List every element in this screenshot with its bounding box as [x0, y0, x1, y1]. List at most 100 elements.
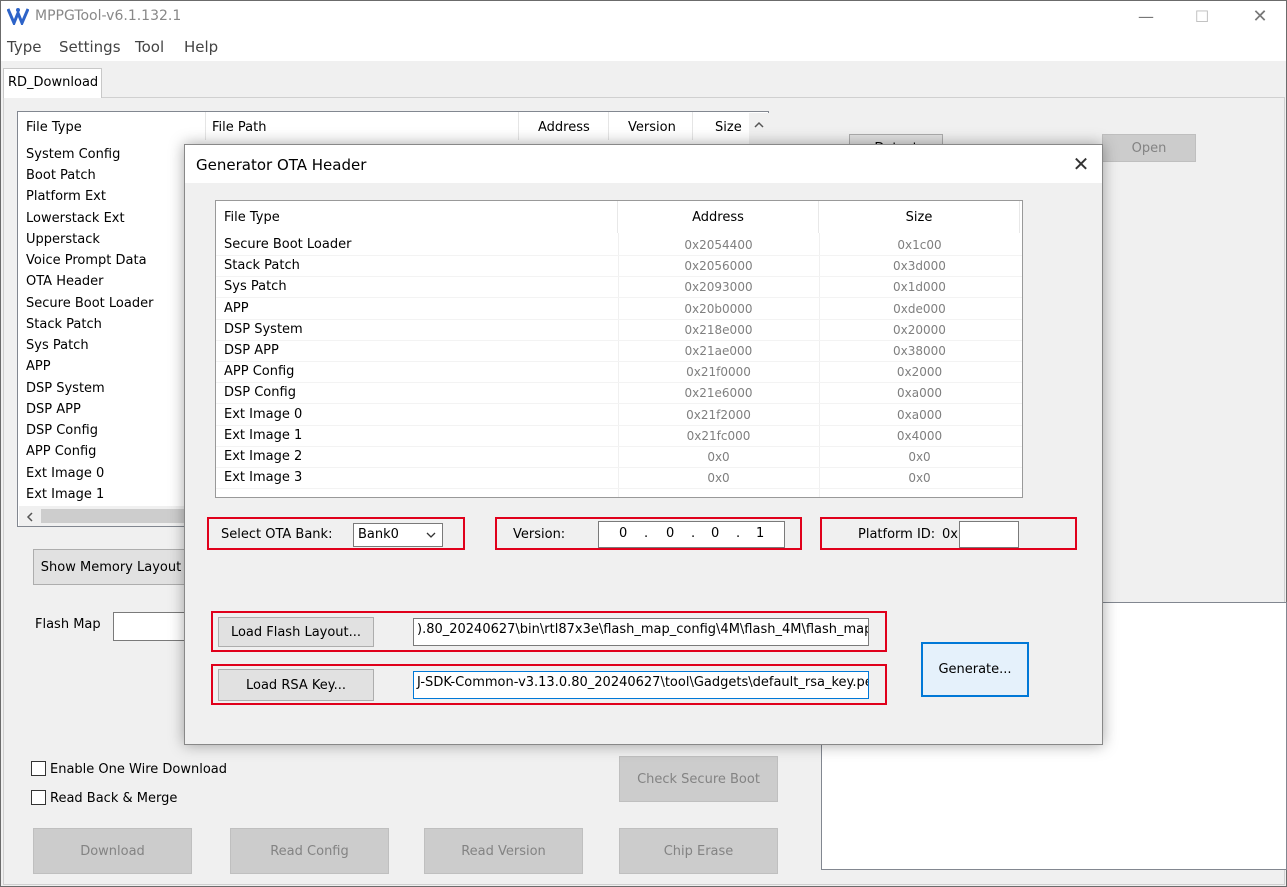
list-item[interactable]: DSP System [26, 381, 105, 396]
scroll-left-icon[interactable] [26, 512, 33, 522]
flash-map-field[interactable] [113, 612, 193, 641]
menu-tool[interactable]: Tool [135, 38, 164, 56]
dialog-title-bar: Generator OTA Header ✕ [185, 145, 1102, 183]
ota-bank-select[interactable]: Bank0 [353, 523, 443, 547]
header-divider [518, 112, 519, 140]
table-row-size: 0x0 [908, 450, 931, 464]
open-button[interactable]: Open [1102, 134, 1196, 162]
table-row-size: 0x4000 [896, 428, 943, 443]
version-revision[interactable]: 0 [711, 526, 719, 541]
column-version[interactable]: Version [628, 112, 676, 140]
list-item[interactable]: Ext Image 1 [26, 487, 104, 502]
table-row-file-type[interactable]: Stack Patch [224, 258, 300, 273]
table-row-address: 0x218e000 [684, 322, 753, 337]
table-row-file-type[interactable]: DSP Config [224, 385, 296, 400]
row-divider [216, 255, 1022, 256]
table-row-file-type[interactable]: DSP APP [224, 343, 279, 358]
list-item[interactable]: DSP Config [26, 423, 98, 438]
column-address[interactable]: Address [618, 201, 819, 233]
dialog-close-button[interactable]: ✕ [1068, 151, 1094, 177]
table-row-size: 0xa000 [897, 407, 942, 422]
table-row-size: 0x20000 [893, 322, 946, 337]
table-row-size: 0x3d000 [893, 259, 946, 274]
column-file-path[interactable]: File Path [212, 112, 266, 140]
scroll-thumb[interactable] [41, 509, 201, 523]
close-button[interactable]: ✕ [1237, 1, 1283, 33]
column-file-type[interactable]: File Type [216, 201, 618, 233]
table-row-file-type[interactable]: Ext Image 2 [224, 449, 302, 464]
read-config-button[interactable]: Read Config [230, 828, 389, 874]
column-address[interactable]: Address [538, 112, 590, 140]
table-row-file-type[interactable]: Ext Image 0 [224, 407, 302, 422]
platform-id-input[interactable] [959, 521, 1019, 548]
title-bar: MPPGTool-v6.1.132.1 — ☐ ✕ [1, 1, 1286, 33]
version-build[interactable]: 1 [756, 526, 764, 541]
version-minor[interactable]: 0 [666, 526, 674, 541]
table-row-file-type[interactable]: APP Config [224, 364, 294, 379]
show-memory-layout-button[interactable]: Show Memory Layout [33, 549, 189, 585]
maximize-button[interactable]: ☐ [1179, 1, 1225, 33]
header-divider [608, 112, 609, 140]
list-item[interactable]: Sys Patch [26, 338, 89, 353]
minimize-button[interactable]: — [1123, 1, 1169, 33]
column-file-type[interactable]: File Type [26, 112, 82, 140]
list-item[interactable]: APP Config [26, 444, 96, 459]
table-row-address: 0x21f0000 [686, 365, 751, 380]
menu-type[interactable]: Type [7, 38, 41, 56]
version-label: Version: [513, 527, 566, 542]
app-logo-icon [7, 8, 29, 25]
row-divider [216, 488, 1022, 490]
list-item[interactable]: Voice Prompt Data [26, 253, 147, 268]
version-dot: . [736, 526, 741, 541]
list-item[interactable]: Ext Image 0 [26, 466, 104, 481]
row-divider [216, 339, 1022, 341]
table-row-file-type[interactable]: Secure Boot Loader [224, 237, 351, 252]
ota-file-table[interactable]: File Type Address Size Secure Boot Loade… [215, 200, 1023, 498]
table-row-address: 0x2056000 [684, 259, 753, 274]
menu-help[interactable]: Help [184, 38, 218, 56]
list-item[interactable]: Boot Patch [26, 168, 96, 183]
download-button[interactable]: Download [33, 828, 192, 874]
menu-bar: Type Settings Tool Help [1, 33, 1286, 61]
table-row-size: 0xde000 [893, 301, 946, 316]
version-input[interactable]: 0 . 0 . 0 . 1 [598, 521, 785, 548]
list-item[interactable]: Stack Patch [26, 317, 102, 332]
chip-erase-button[interactable]: Chip Erase [619, 828, 778, 874]
version-major[interactable]: 0 [619, 526, 627, 541]
list-item[interactable]: Upperstack [26, 232, 100, 247]
list-item[interactable]: Platform Ext [26, 189, 106, 204]
row-divider [216, 276, 1022, 278]
list-item[interactable]: Secure Boot Loader [26, 296, 153, 311]
read-back-checkbox[interactable] [31, 790, 46, 805]
chevron-down-icon [426, 532, 436, 538]
table-row-address: 0x21fc000 [686, 428, 751, 443]
flash-layout-path-field[interactable]: ).80_20240627\bin\rtl87x3e\flash_map_con… [413, 618, 869, 646]
list-item[interactable]: DSP APP [26, 402, 81, 417]
table-row-file-type[interactable]: Ext Image 1 [224, 428, 302, 443]
load-rsa-key-button[interactable]: Load RSA Key... [218, 669, 374, 701]
list-item[interactable]: Lowerstack Ext [26, 211, 125, 226]
column-size[interactable]: Size [715, 112, 742, 140]
table-row-file-type[interactable]: Sys Patch [224, 279, 287, 294]
table-row-file-type[interactable]: APP [224, 301, 249, 316]
column-size[interactable]: Size [819, 201, 1020, 233]
table-row-size: 0x2000 [896, 365, 943, 380]
table-row-file-type[interactable]: Ext Image 3 [224, 470, 302, 485]
list-item[interactable]: OTA Header [26, 274, 104, 289]
list-item[interactable]: System Config [26, 147, 120, 162]
table-row-size: 0x38000 [893, 344, 946, 358]
menu-settings[interactable]: Settings [59, 38, 121, 56]
table-row-file-type[interactable]: DSP System [224, 322, 303, 337]
check-secure-boot-button[interactable]: Check Secure Boot [619, 756, 778, 802]
table-row-address: 0x0 [707, 450, 730, 464]
rsa-key-path-field[interactable]: J-SDK-Common-v3.13.0.80_20240627\tool\Ga… [413, 671, 869, 699]
table-row-size: 0x0 [908, 471, 931, 486]
table-row-address: 0x20b0000 [684, 301, 753, 316]
read-version-button[interactable]: Read Version [424, 828, 583, 874]
enable-one-wire-checkbox[interactable] [31, 761, 46, 776]
tab-rd-download[interactable]: RD_Download [3, 68, 102, 98]
load-flash-layout-button[interactable]: Load Flash Layout... [218, 617, 374, 647]
scroll-up-icon[interactable] [754, 121, 764, 128]
generate-button[interactable]: Generate... [921, 642, 1029, 697]
list-item[interactable]: APP [26, 359, 51, 374]
